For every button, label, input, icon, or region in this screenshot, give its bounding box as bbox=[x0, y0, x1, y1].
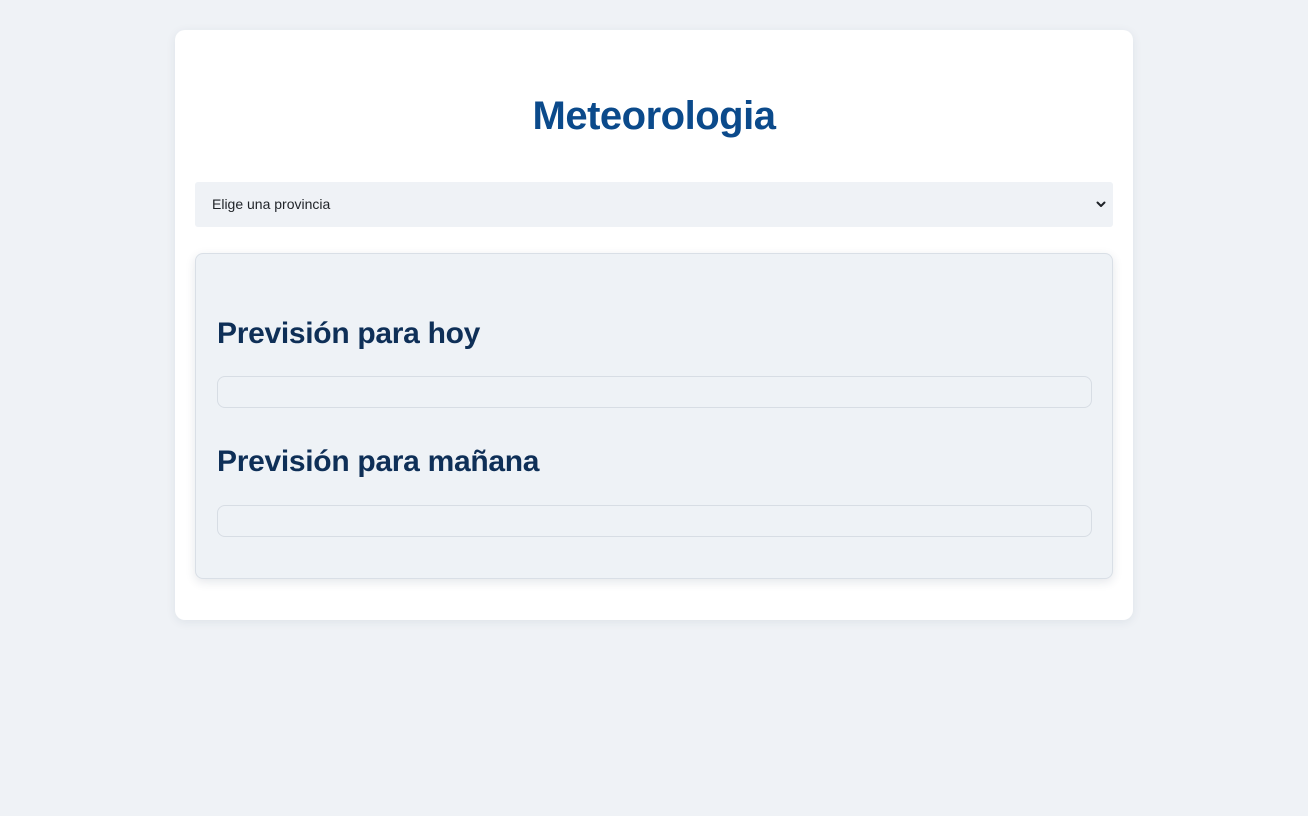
province-select-value: Elige una provincia bbox=[212, 196, 331, 212]
tomorrow-forecast-box bbox=[217, 505, 1092, 537]
today-forecast-box bbox=[217, 376, 1092, 408]
chevron-down-icon bbox=[1096, 201, 1106, 207]
tomorrow-forecast-title: Previsión para mañana bbox=[217, 445, 540, 478]
page-title: Meteorologia bbox=[532, 94, 776, 138]
today-forecast-title: Previsión para hoy bbox=[217, 317, 481, 350]
forecast-panel: Previsión para hoy Previsión para mañana bbox=[195, 253, 1113, 579]
province-select[interactable]: Elige una provincia bbox=[195, 182, 1113, 227]
app-card: Meteorologia Elige una provincia Previsi… bbox=[175, 30, 1133, 620]
